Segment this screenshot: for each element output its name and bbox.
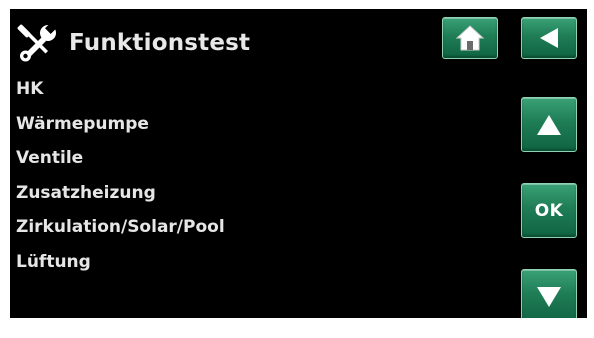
ok-button[interactable]: OK bbox=[521, 183, 577, 238]
ok-label: OK bbox=[534, 200, 564, 221]
arrow-left-icon bbox=[537, 26, 561, 50]
home-button[interactable] bbox=[442, 17, 498, 59]
home-icon bbox=[455, 24, 485, 52]
header: Funktionstest bbox=[16, 21, 250, 65]
menu-item-hk[interactable]: HK bbox=[16, 79, 225, 114]
menu-item-zusatzheizung[interactable]: Zusatzheizung bbox=[16, 183, 225, 218]
scroll-up-button[interactable] bbox=[521, 97, 577, 152]
tools-icon bbox=[16, 21, 60, 65]
menu-item-zirkulation-solar-pool[interactable]: Zirkulation/Solar/Pool bbox=[16, 217, 225, 252]
menu-item-ventile[interactable]: Ventile bbox=[16, 148, 225, 183]
menu-item-waermepumpe[interactable]: Wärmepumpe bbox=[16, 114, 225, 149]
page-title: Funktionstest bbox=[69, 30, 251, 56]
back-button[interactable] bbox=[521, 17, 577, 59]
menu-list: HK Wärmepumpe Ventile Zusatzheizung Zirk… bbox=[16, 79, 225, 286]
arrow-up-icon bbox=[535, 113, 563, 137]
scroll-down-button[interactable] bbox=[521, 269, 577, 318]
display-screen: Funktionstest HK Wärmepumpe Ventile Zusa… bbox=[10, 9, 587, 318]
arrow-down-icon bbox=[535, 285, 563, 309]
menu-item-lueftung[interactable]: Lüftung bbox=[16, 252, 225, 287]
